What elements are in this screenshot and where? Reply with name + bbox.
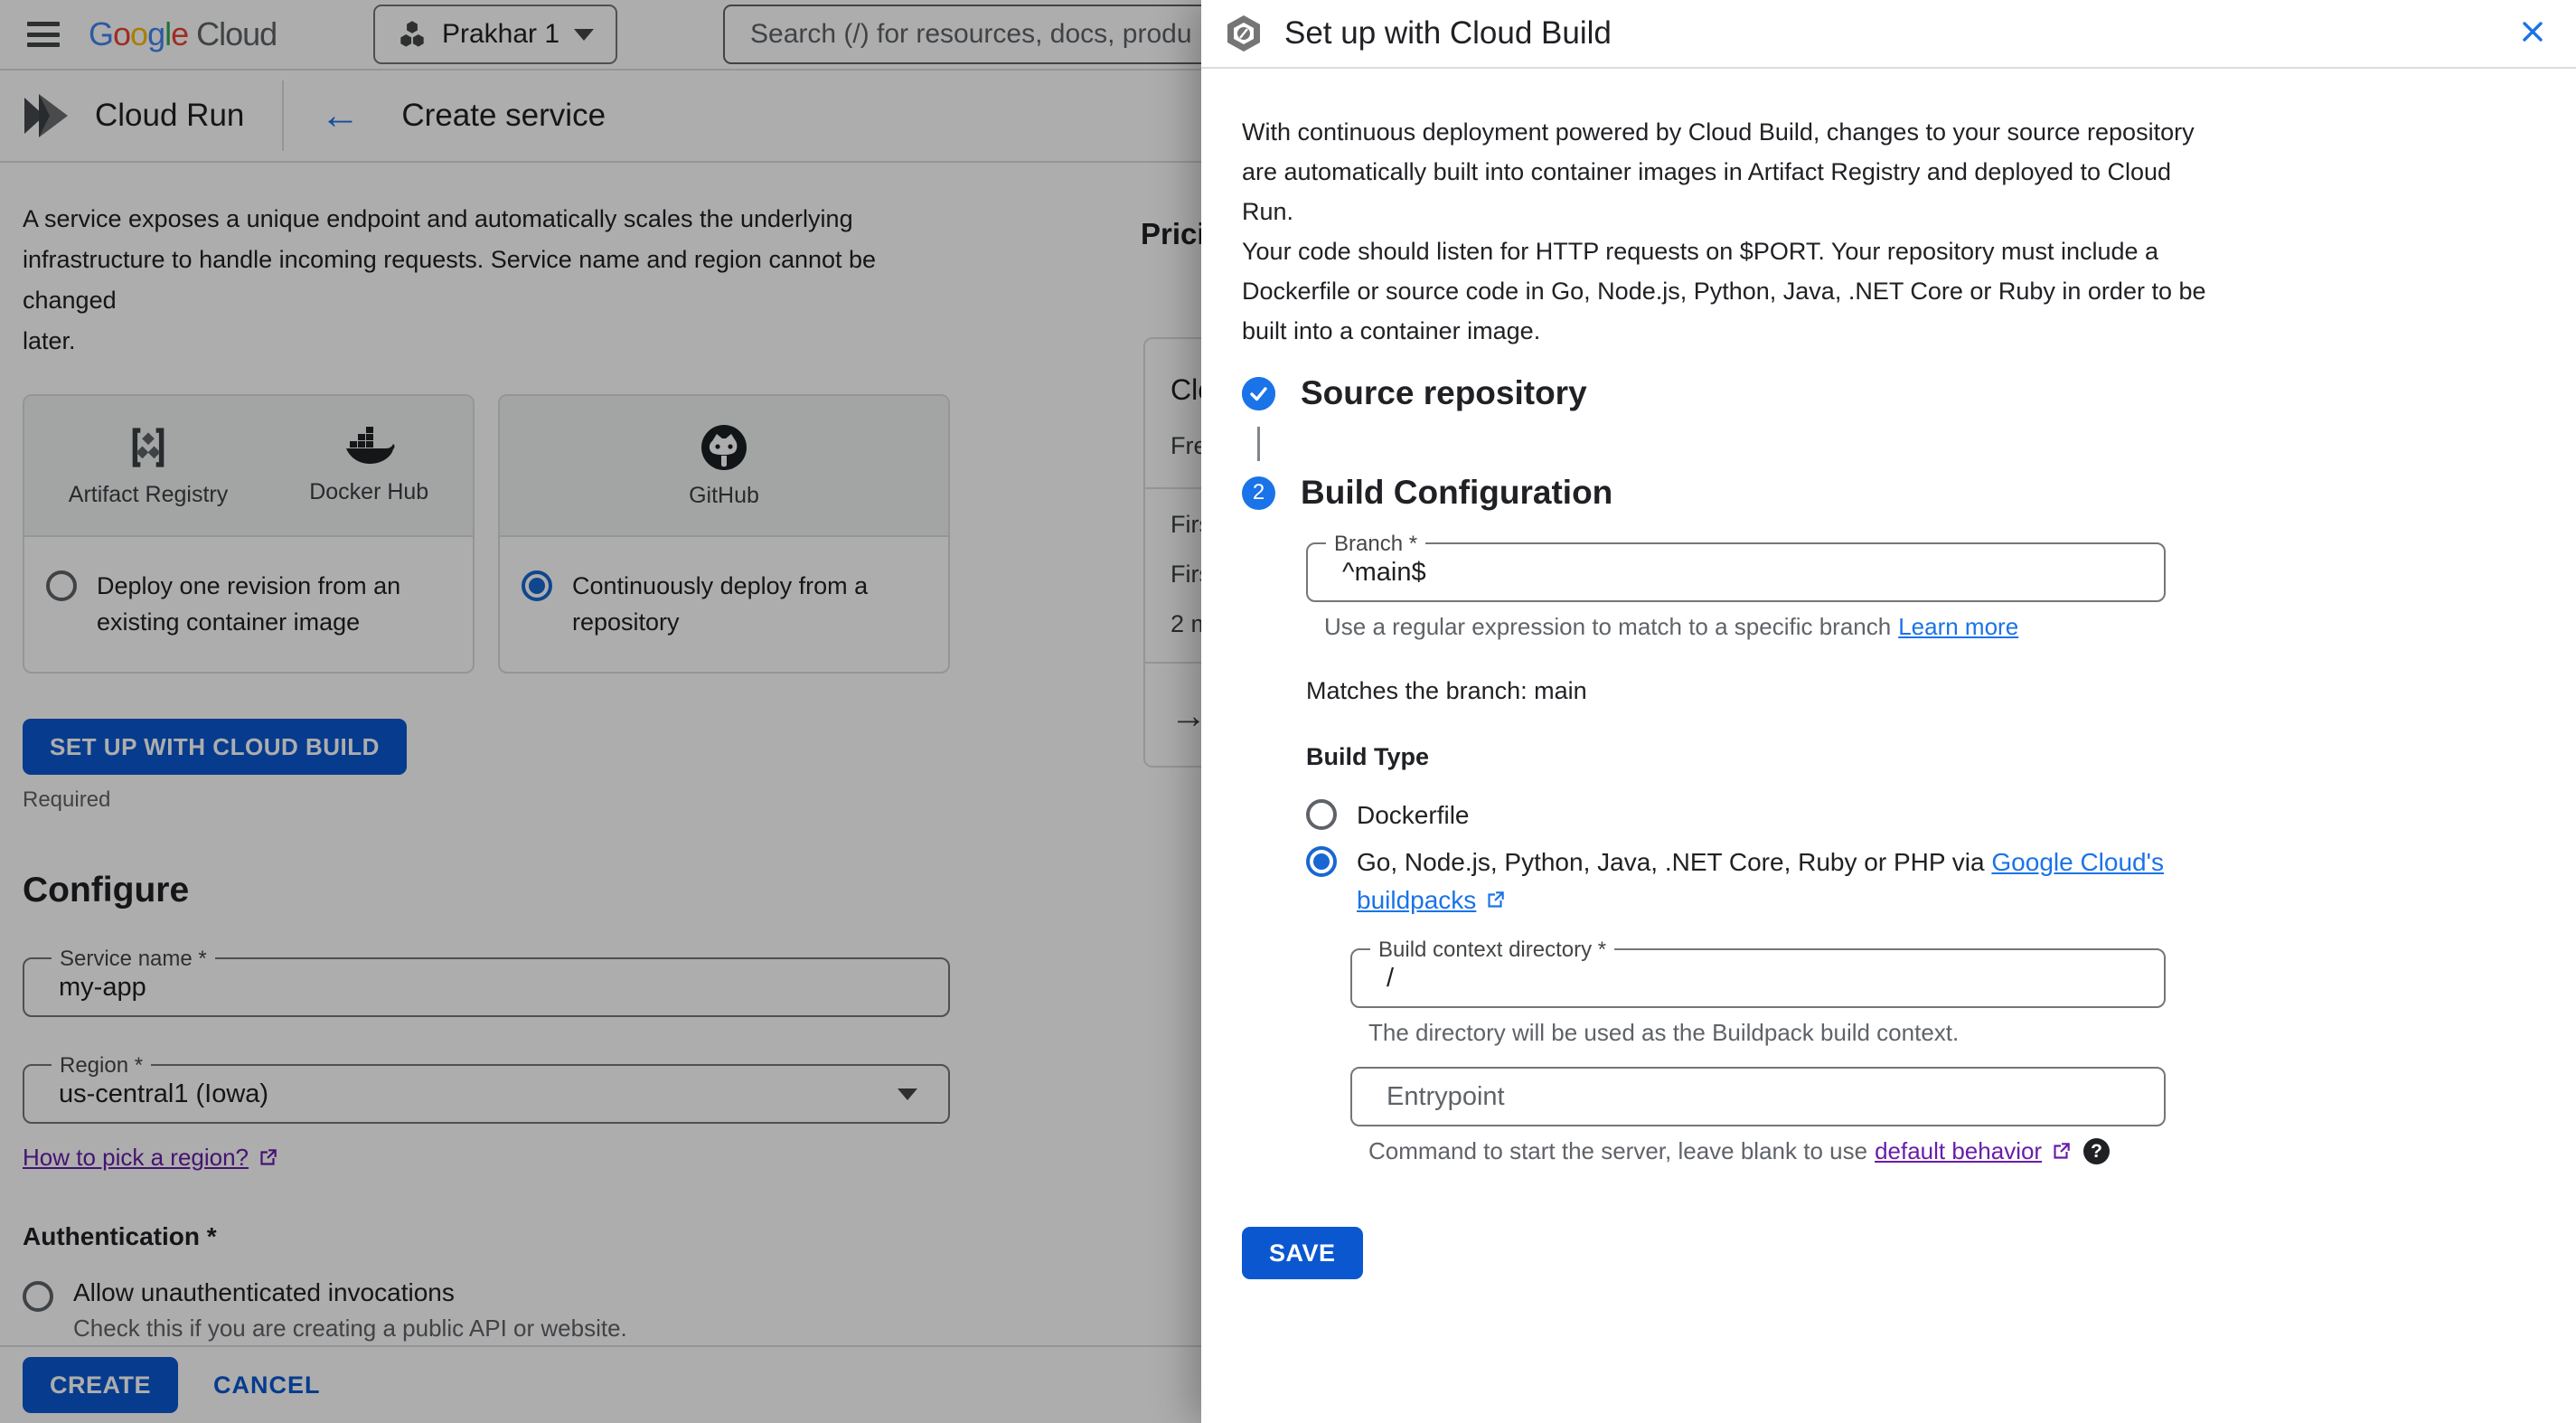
entrypoint-field[interactable]	[1350, 1067, 2166, 1126]
step-build-configuration[interactable]: 2 Build Configuration	[1242, 474, 2576, 512]
panel-title: Set up with Cloud Build	[1284, 15, 1612, 51]
entrypoint-helper-text: Command to start the server, leave blank…	[1368, 1137, 1868, 1164]
branch-match-text: Matches the branch: main	[1306, 677, 1587, 704]
branch-input[interactable]	[1308, 544, 2113, 600]
build-config-form: Branch * Use a regular expression to mat…	[1306, 532, 2166, 1165]
step-title: Source repository	[1301, 374, 1587, 411]
radio-label: Go, Node.js, Python, Java, .NET Core, Ru…	[1357, 843, 2164, 919]
radio-icon[interactable]	[1306, 799, 1337, 830]
panel-header: Set up with Cloud Build	[1201, 0, 2576, 69]
default-behavior-link[interactable]: default behavior	[1875, 1137, 2042, 1165]
panel-intro-text: With continuous deployment powered by Cl…	[1242, 112, 2236, 351]
radio-icon-selected[interactable]	[1306, 846, 1337, 877]
panel-body: With continuous deployment powered by Cl…	[1201, 112, 2576, 1279]
buildpacks-option-prefix: Go, Node.js, Python, Java, .NET Core, Ru…	[1357, 848, 1992, 876]
build-type-heading: Build Type	[1306, 743, 1430, 770]
cloud-build-icon	[1227, 15, 1260, 52]
entrypoint-helper: Command to start the server, leave blank…	[1368, 1137, 2166, 1165]
intro-line: With continuous deployment powered by Cl…	[1242, 118, 2195, 146]
intro-line: Run.	[1242, 198, 1294, 225]
radio-dockerfile[interactable]: Dockerfile	[1306, 796, 2166, 834]
intro-line: built into a container image.	[1242, 317, 1541, 344]
radio-buildpacks[interactable]: Go, Node.js, Python, Java, .NET Core, Ru…	[1306, 843, 2166, 919]
branch-helper: Use a regular expression to match to a s…	[1324, 613, 2166, 641]
intro-line: are automatically built into container i…	[1242, 158, 2172, 185]
cloud-build-panel: Set up with Cloud Build With continuous …	[1201, 0, 2576, 1423]
save-button[interactable]: SAVE	[1242, 1227, 1363, 1279]
google-clouds-buildpacks-link[interactable]: buildpacks	[1357, 881, 1476, 919]
question-circle-icon[interactable]: ?	[2083, 1138, 2111, 1164]
check-icon	[1242, 376, 1275, 410]
step-source-repository[interactable]: Source repository	[1242, 374, 2576, 412]
radio-label: Dockerfile	[1357, 801, 1470, 829]
build-context-input[interactable]	[1352, 950, 2118, 1006]
build-context-helper-text: The directory will be used as the Buildp…	[1368, 1019, 1960, 1046]
close-panel-button[interactable]	[2515, 14, 2551, 54]
build-context-helper: The directory will be used as the Buildp…	[1368, 1019, 2166, 1047]
google-clouds-buildpacks-link[interactable]: Google Cloud's	[1991, 848, 2164, 876]
branch-helper-text: Use a regular expression to match to a s…	[1324, 613, 1892, 640]
buildpack-options: Build context directory * The directory …	[1350, 938, 2166, 1165]
x-icon	[2523, 21, 2543, 42]
open-in-new-icon	[1488, 891, 1505, 908]
branch-field[interactable]: Branch *	[1306, 532, 2166, 602]
step-title: Build Configuration	[1301, 474, 1613, 511]
step-number-badge: 2	[1242, 476, 1275, 510]
open-in-new-icon	[2054, 1142, 2070, 1159]
build-context-field[interactable]: Build context directory *	[1350, 938, 2166, 1008]
check-circle-icon	[1242, 376, 1275, 410]
intro-line: Dockerfile or source code in Go, Node.js…	[1242, 278, 2206, 305]
learn-more-link[interactable]: Learn more	[1898, 613, 2018, 641]
entrypoint-input[interactable]	[1352, 1069, 2118, 1125]
screen: Google Cloud Prakhar 1 Search (/) for re…	[0, 0, 2576, 1423]
buildpacks-link-line2: buildpacks	[1357, 881, 2164, 919]
intro-line: Your code should listen for HTTP request…	[1242, 238, 2159, 265]
stepper-connector	[1257, 427, 1260, 461]
